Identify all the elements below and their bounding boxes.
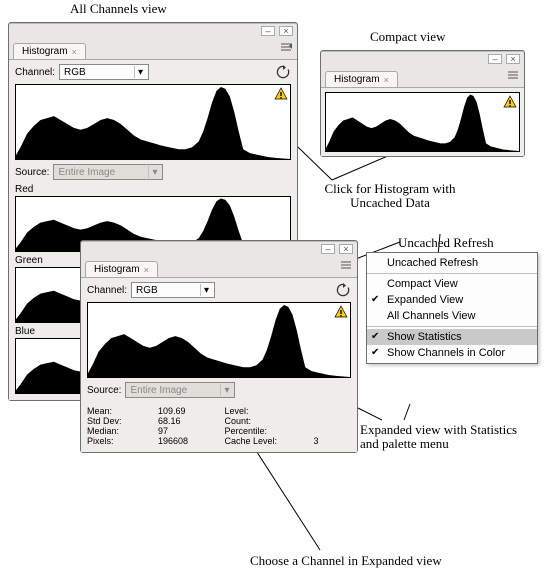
tab-histogram[interactable]: Histogram ×: [85, 261, 158, 277]
tab-label: Histogram: [22, 46, 68, 57]
channel-value: RGB: [136, 285, 196, 296]
stat-level-k: Level:: [225, 406, 310, 416]
stat-count-k: Count:: [225, 416, 310, 426]
tab-close-icon[interactable]: ×: [72, 47, 77, 57]
label-expanded-stats: Expanded view with Statistics and palett…: [360, 423, 530, 452]
stat-cache-v: 3: [314, 436, 351, 446]
stat-stddev-k: Std Dev:: [87, 416, 154, 426]
window-titlebar: – ×: [321, 51, 524, 67]
stat-median-v: 97: [158, 426, 221, 436]
source-dropdown: Entire Image ▾: [125, 382, 235, 398]
minimize-button[interactable]: –: [261, 26, 275, 36]
refresh-button[interactable]: [275, 64, 291, 80]
menu-show-statistics[interactable]: ✔Show Statistics: [367, 329, 537, 345]
histogram-panel-expanded: – × Histogram × Channel: RGB ▾: [80, 240, 358, 453]
stat-mean-k: Mean:: [87, 406, 154, 416]
source-value: Entire Image: [130, 385, 216, 396]
menu-uncached-refresh[interactable]: Uncached Refresh: [367, 255, 537, 271]
label-uncached-click: Click for Histogram with Uncached Data: [315, 182, 465, 211]
label-compact: Compact view: [370, 30, 445, 44]
window-titlebar: – ×: [9, 23, 297, 39]
channel-dropdown[interactable]: RGB ▾: [59, 64, 149, 80]
label-all-channels: All Channels view: [70, 2, 167, 16]
warning-icon[interactable]: [274, 87, 288, 101]
channel-label: Channel:: [87, 285, 127, 296]
stat-cache-k: Cache Level:: [225, 436, 310, 446]
stat-percentile-k: Percentile:: [225, 426, 310, 436]
stat-level-v: [314, 406, 351, 416]
label-choose-channel: Choose a Channel in Expanded view: [250, 554, 442, 568]
stat-pixels-k: Pixels:: [87, 436, 154, 446]
chevron-down-icon: ▾: [148, 166, 160, 178]
source-label: Source:: [87, 385, 121, 396]
label-uncached-refresh: Uncached Refresh: [398, 236, 494, 250]
histogram-panel-compact: – × Histogram ×: [320, 50, 525, 157]
menu-compact-view[interactable]: Compact View: [367, 276, 537, 292]
channel-red-label: Red: [15, 184, 291, 195]
check-icon: ✔: [371, 347, 379, 358]
stat-mean-v: 109.69: [158, 406, 221, 416]
check-icon: ✔: [371, 294, 379, 305]
tab-close-icon[interactable]: ×: [384, 75, 389, 85]
stat-median-k: Median:: [87, 426, 154, 436]
chevron-down-icon: ▾: [200, 284, 212, 296]
tab-label: Histogram: [334, 74, 380, 85]
warning-icon[interactable]: [503, 95, 517, 109]
close-button[interactable]: ×: [279, 26, 293, 36]
menu-show-channels-color[interactable]: ✔Show Channels in Color: [367, 345, 537, 361]
palette-menu: Uncached Refresh Compact View ✔Expanded …: [366, 252, 538, 364]
channel-value: RGB: [64, 67, 130, 78]
minimize-button[interactable]: –: [321, 244, 335, 254]
tab-label: Histogram: [94, 264, 140, 275]
close-button[interactable]: ×: [339, 244, 353, 254]
menu-expanded-view[interactable]: ✔Expanded View: [367, 292, 537, 308]
stat-pixels-v: 196608: [158, 436, 221, 446]
chevron-down-icon: ▾: [134, 66, 146, 78]
stat-percentile-v: [314, 426, 351, 436]
warning-icon[interactable]: [334, 305, 348, 319]
channel-label: Channel:: [15, 67, 55, 78]
histogram-expanded: [87, 302, 351, 378]
refresh-button[interactable]: [335, 282, 351, 298]
source-dropdown: Entire Image ▾: [53, 164, 163, 180]
window-titlebar: – ×: [81, 241, 357, 257]
tab-histogram[interactable]: Histogram ×: [13, 43, 86, 59]
chevron-down-icon: ▾: [220, 384, 232, 396]
source-value: Entire Image: [58, 167, 144, 178]
channel-dropdown[interactable]: RGB ▾: [131, 282, 215, 298]
stat-count-v: [314, 416, 351, 426]
stat-stddev-v: 68.16: [158, 416, 221, 426]
check-icon: ✔: [371, 331, 379, 342]
tab-close-icon[interactable]: ×: [144, 265, 149, 275]
panel-menu-button[interactable]: [278, 39, 294, 55]
source-label: Source:: [15, 167, 49, 178]
minimize-button[interactable]: –: [488, 54, 502, 64]
menu-all-channels-view[interactable]: All Channels View: [367, 308, 537, 324]
histogram-compact: [325, 92, 520, 152]
close-button[interactable]: ×: [506, 54, 520, 64]
statistics-grid: Mean: 109.69 Level: Std Dev: 68.16 Count…: [87, 402, 351, 446]
panel-menu-button[interactable]: [505, 67, 521, 83]
panel-menu-button[interactable]: [338, 257, 354, 273]
tab-histogram[interactable]: Histogram ×: [325, 71, 398, 87]
histogram-rgb: [15, 84, 291, 160]
